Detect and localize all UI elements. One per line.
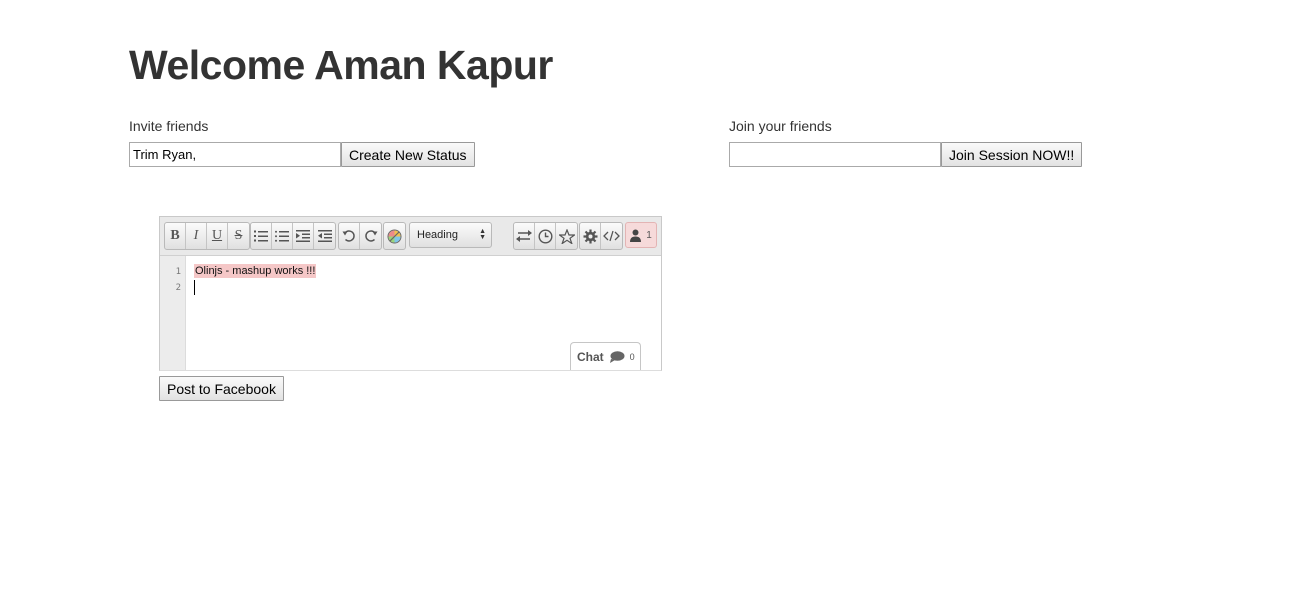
rich-text-editor: B I U S Heading ▲ ▼ 1 1 2 Olinjs - mashu… <box>159 216 662 371</box>
chat-count: 0 <box>629 351 635 362</box>
gear-icon <box>583 229 597 243</box>
unordered-list-icon <box>275 230 289 242</box>
heading-select-value: Heading <box>417 229 458 241</box>
indent-button[interactable] <box>293 223 314 249</box>
color-button[interactable] <box>384 223 405 249</box>
select-arrows-icon: ▲ ▼ <box>479 228 486 241</box>
code-icon <box>603 230 620 242</box>
redo-icon <box>364 230 377 242</box>
join-session-button[interactable]: Join Session NOW!! <box>941 142 1083 167</box>
users-online-count: 1 <box>646 229 652 241</box>
invite-friends-label: Invite friends <box>129 118 209 134</box>
line-number: 1 <box>175 267 181 277</box>
format-group: B I U S <box>164 222 250 250</box>
join-friends-label: Join your friends <box>729 118 832 134</box>
outdent-button[interactable] <box>314 223 335 249</box>
swap-button[interactable] <box>514 223 535 249</box>
ordered-list-button[interactable] <box>251 223 272 249</box>
chat-bubble-icon <box>609 350 625 363</box>
create-new-status-button[interactable]: Create New Status <box>341 142 475 167</box>
strikethrough-button[interactable]: S <box>228 223 249 249</box>
editor-line-highlighted[interactable]: Olinjs - mashup works !!! <box>194 264 317 278</box>
editor-toolbar: B I U S Heading ▲ ▼ 1 <box>160 217 661 256</box>
chat-label: Chat <box>577 349 604 364</box>
embed-code-button[interactable] <box>601 223 622 249</box>
undo-icon <box>342 230 355 242</box>
redo-button[interactable] <box>360 223 381 249</box>
line-number-gutter: 1 2 <box>160 256 186 370</box>
bold-button[interactable]: B <box>165 223 186 249</box>
underline-button[interactable]: U <box>207 223 228 249</box>
star-icon <box>558 228 575 244</box>
line-number: 2 <box>175 283 181 293</box>
settings-button[interactable] <box>580 223 601 249</box>
outdent-icon <box>317 230 332 242</box>
history-button[interactable] <box>535 223 556 249</box>
invite-friends-input[interactable] <box>129 142 341 167</box>
list-group <box>250 222 336 250</box>
user-icon <box>630 229 642 242</box>
post-to-facebook-button[interactable]: Post to Facebook <box>159 376 284 401</box>
italic-button[interactable]: I <box>186 223 207 249</box>
swap-arrows-icon <box>516 230 532 242</box>
favorite-button[interactable] <box>556 223 577 249</box>
heading-select[interactable]: Heading ▲ ▼ <box>409 222 492 248</box>
tools-group <box>513 222 578 250</box>
join-session-input[interactable] <box>729 142 941 167</box>
history-group <box>338 222 382 250</box>
chat-tab[interactable]: Chat 0 <box>570 342 641 370</box>
settings-group <box>579 222 623 250</box>
unordered-list-button[interactable] <box>272 223 293 249</box>
ordered-list-icon <box>254 230 268 242</box>
color-wheel-icon <box>387 229 402 243</box>
clock-icon <box>537 228 553 244</box>
users-online-button[interactable]: 1 <box>625 222 657 248</box>
undo-button[interactable] <box>339 223 360 249</box>
text-cursor <box>194 280 195 295</box>
page-title: Welcome Aman Kapur <box>129 42 553 88</box>
indent-icon <box>296 230 310 242</box>
color-group <box>383 222 406 250</box>
